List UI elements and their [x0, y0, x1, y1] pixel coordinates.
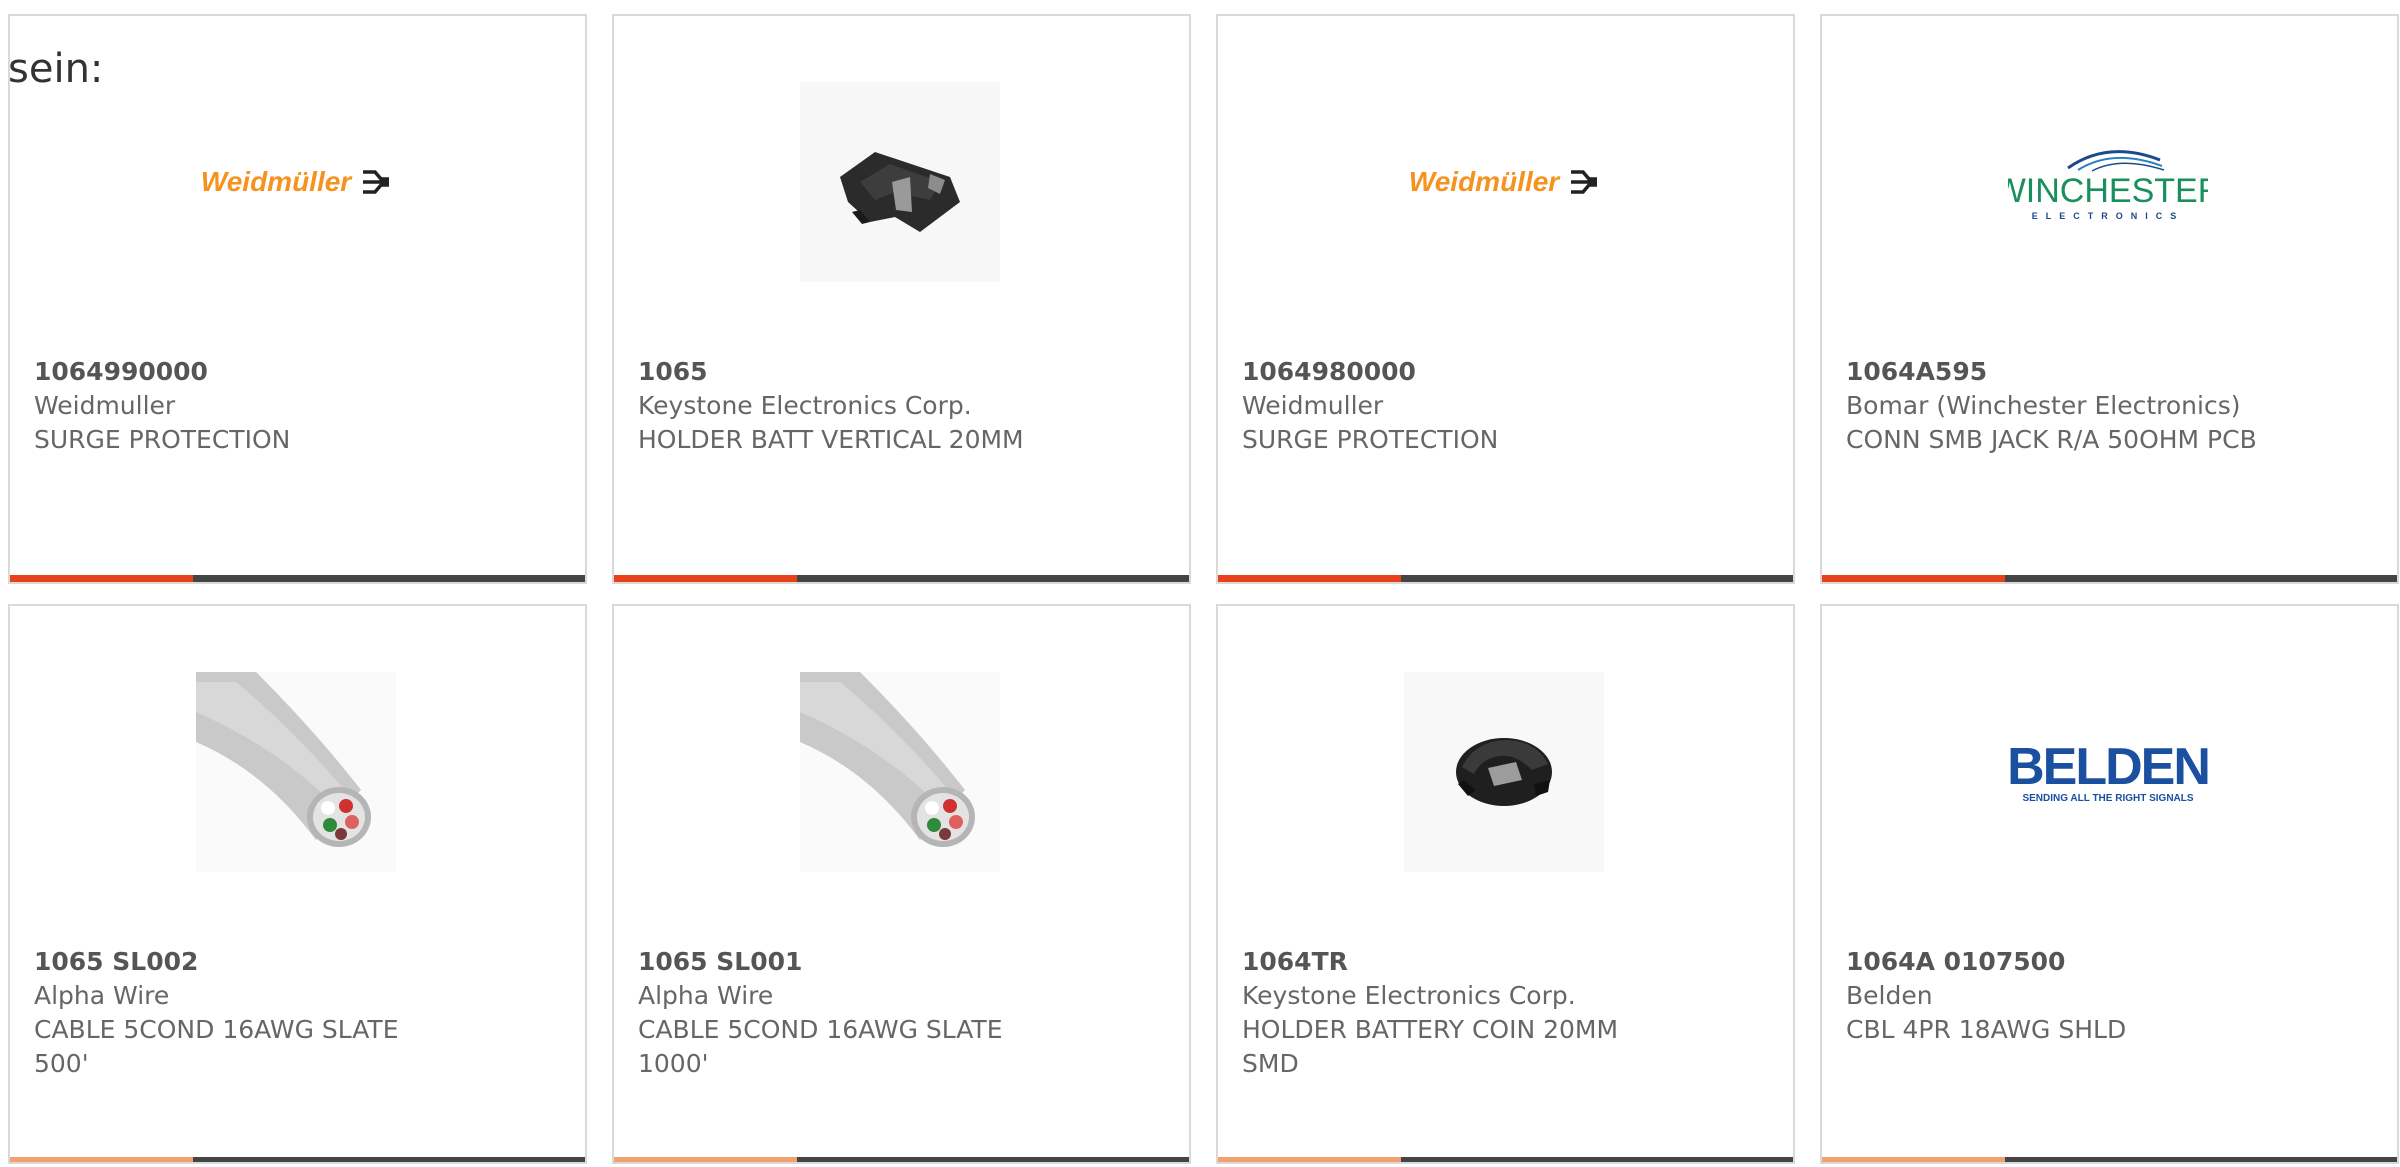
product-card[interactable]: Weidmüller 1064990000 Weidmuller SURGE P…	[8, 14, 587, 584]
weidmuller-logo-text: Weidmüller	[200, 166, 352, 197]
card-bottom-bar	[614, 1157, 1189, 1162]
card-bar-accent	[1218, 575, 1401, 582]
manufacturer: Keystone Electronics Corp.	[1242, 981, 1576, 1010]
product-card[interactable]: 1065 SL002 Alpha Wire CABLE 5COND 16AWG …	[8, 604, 587, 1164]
overlay-label: sein:	[8, 46, 104, 92]
card-bar-accent	[1822, 1157, 2005, 1162]
part-number[interactable]: 1065 SL001	[638, 945, 1169, 979]
product-grid-page: sein: Weidmüller 1064990000 Weidmuller S…	[0, 0, 2400, 1167]
description: CABLE 5COND 16AWG SLATE 500'	[34, 1015, 399, 1078]
manufacturer: Belden	[1846, 981, 1933, 1010]
product-info: 1064A 0107500 Belden CBL 4PR 18AWG SHLD	[1846, 945, 2377, 1047]
product-info: 1064990000 Weidmuller SURGE PROTECTION	[34, 355, 565, 457]
product-card[interactable]: 1065 SL001 Alpha Wire CABLE 5COND 16AWG …	[612, 604, 1191, 1164]
product-card[interactable]: BELDEN SENDING ALL THE RIGHT SIGNALS 106…	[1820, 604, 2399, 1164]
product-info: 1065 SL002 Alpha Wire CABLE 5COND 16AWG …	[34, 945, 565, 1081]
manufacturer: Bomar (Winchester Electronics)	[1846, 391, 2241, 420]
product-image[interactable]: WINCHESTER ELECTRONICS	[2008, 82, 2208, 282]
coin-battery-holder-icon	[1404, 672, 1604, 872]
gray-cable-icon	[800, 672, 1000, 872]
part-number[interactable]: 1065	[638, 355, 1169, 389]
card-bottom-bar	[10, 1157, 585, 1162]
product-image[interactable]: Weidmüller	[1404, 82, 1604, 282]
belden-logo-text: BELDEN	[2008, 737, 2208, 796]
product-info: 1065 SL001 Alpha Wire CABLE 5COND 16AWG …	[638, 945, 1169, 1081]
description: HOLDER BATTERY COIN 20MM SMD	[1242, 1015, 1619, 1078]
winchester-logo-subtext: ELECTRONICS	[2031, 210, 2185, 221]
battery-holder-icon	[800, 82, 1000, 282]
card-bar-accent	[614, 1157, 797, 1162]
product-grid: Weidmüller 1064990000 Weidmuller SURGE P…	[8, 14, 2399, 1164]
description: CBL 4PR 18AWG SHLD	[1846, 1015, 2127, 1044]
belden-logo: BELDEN SENDING ALL THE RIGHT SIGNALS	[2008, 741, 2208, 804]
description: CABLE 5COND 16AWG SLATE 1000'	[638, 1015, 1003, 1078]
gray-cable-icon	[196, 672, 396, 872]
part-number[interactable]: 1064990000	[34, 355, 565, 389]
part-number[interactable]: 1064TR	[1242, 945, 1773, 979]
card-bottom-bar	[1218, 1157, 1793, 1162]
description: SURGE PROTECTION	[34, 425, 291, 454]
product-info: 1064980000 Weidmuller SURGE PROTECTION	[1242, 355, 1773, 457]
winchester-logo-text: WINCHESTER	[2008, 171, 2208, 210]
card-bar-accent	[1822, 575, 2005, 582]
product-image[interactable]	[196, 672, 396, 872]
description: HOLDER BATT VERTICAL 20MM	[638, 425, 1024, 454]
winchester-swoosh-icon	[2067, 149, 2165, 172]
product-image[interactable]: Weidmüller	[196, 82, 396, 282]
product-image[interactable]	[1404, 672, 1604, 872]
card-bar-accent	[10, 575, 193, 582]
product-card[interactable]: 1064TR Keystone Electronics Corp. HOLDER…	[1216, 604, 1795, 1164]
weidmuller-mark-icon	[363, 170, 390, 194]
card-bottom-bar	[1218, 575, 1793, 582]
weidmuller-logo: Weidmüller	[1409, 166, 1599, 198]
product-image[interactable]: BELDEN SENDING ALL THE RIGHT SIGNALS	[2008, 672, 2208, 872]
product-info: 1064A595 Bomar (Winchester Electronics) …	[1846, 355, 2377, 457]
manufacturer: Weidmuller	[34, 391, 176, 420]
manufacturer: Keystone Electronics Corp.	[638, 391, 972, 420]
belden-logo-tagline: SENDING ALL THE RIGHT SIGNALS	[2022, 792, 2194, 804]
product-image[interactable]	[800, 82, 1000, 282]
product-image[interactable]	[800, 672, 1000, 872]
part-number[interactable]: 1064A 0107500	[1846, 945, 2377, 979]
card-bottom-bar	[1822, 1157, 2397, 1162]
weidmuller-logo: Weidmüller	[201, 166, 391, 198]
product-card[interactable]: WINCHESTER ELECTRONICS 1064A595 Bomar (W…	[1820, 14, 2399, 584]
manufacturer: Alpha Wire	[34, 981, 170, 1010]
card-bar-accent	[614, 575, 797, 582]
description: SURGE PROTECTION	[1242, 425, 1499, 454]
manufacturer: Alpha Wire	[638, 981, 774, 1010]
card-bottom-bar	[1822, 575, 2397, 582]
product-card[interactable]: 1065 Keystone Electronics Corp. HOLDER B…	[612, 14, 1191, 584]
weidmuller-mark-icon	[1571, 170, 1598, 194]
card-bottom-bar	[614, 575, 1189, 582]
part-number[interactable]: 1064980000	[1242, 355, 1773, 389]
product-info: 1064TR Keystone Electronics Corp. HOLDER…	[1242, 945, 1773, 1081]
description: CONN SMB JACK R/A 50OHM PCB	[1846, 425, 2257, 454]
card-bottom-bar	[10, 575, 585, 582]
winchester-logo: WINCHESTER ELECTRONICS	[2008, 144, 2208, 221]
part-number[interactable]: 1065 SL002	[34, 945, 565, 979]
part-number[interactable]: 1064A595	[1846, 355, 2377, 389]
card-bar-accent	[10, 1157, 193, 1162]
manufacturer: Weidmuller	[1242, 391, 1384, 420]
product-card[interactable]: Weidmüller 1064980000 Weidmuller SURGE P…	[1216, 14, 1795, 584]
weidmuller-logo-text: Weidmüller	[1408, 166, 1560, 197]
product-info: 1065 Keystone Electronics Corp. HOLDER B…	[638, 355, 1169, 457]
card-bar-accent	[1218, 1157, 1401, 1162]
